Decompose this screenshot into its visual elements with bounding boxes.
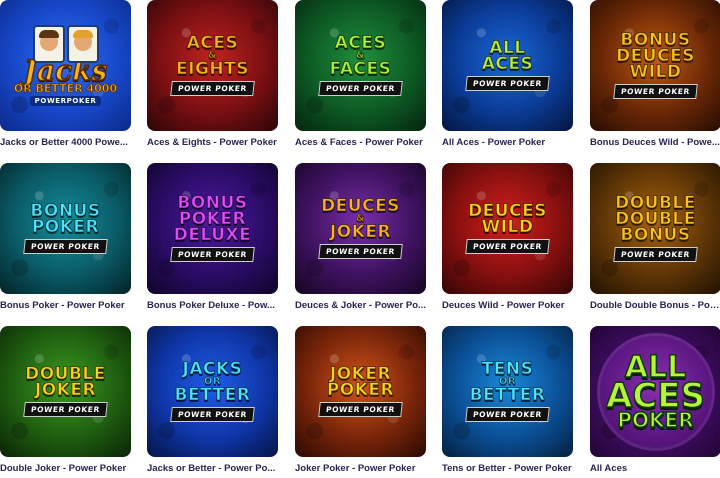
logo-line: ACES — [481, 54, 534, 74]
logo-line: EIGHTS — [176, 58, 249, 79]
power-poker-badge: POWER POKER — [23, 402, 108, 418]
game-thumbnail[interactable]: Jacks OR BETTER 4000 POWERPOKER — [0, 0, 131, 131]
game-tile[interactable]: TENS OR BETTER POWER POKER Tens or Better - … — [442, 326, 573, 474]
game-thumbnail[interactable]: BONUS POKER POWER POKER — [0, 163, 131, 294]
game-logo: BONUS DEUCES WILD — [616, 31, 695, 83]
power-poker-badge: POWER POKER — [170, 247, 255, 263]
game-title[interactable]: Aces & Eights - Power Poker — [147, 137, 278, 148]
game-title[interactable]: Double Joker - Power Poker — [0, 463, 131, 474]
logo-line: WILD — [481, 217, 534, 237]
game-logo: TENS OR BETTER — [469, 359, 546, 405]
game-title[interactable]: All Aces — [590, 463, 720, 474]
game-logo: BONUS POKER — [30, 202, 101, 237]
power-poker-badge: POWER POKER — [465, 406, 550, 422]
logo-line: FACES — [329, 58, 392, 79]
logo-line: POKER — [617, 408, 695, 433]
game-logo: ALL ACES — [481, 39, 534, 74]
logo-line: ACES — [334, 33, 387, 54]
logo-line: JACKS — [182, 359, 243, 380]
game-logo: JACKS OR BETTER — [174, 359, 251, 405]
game-tile[interactable]: BONUS DEUCES WILD POWER POKER Bonus Deuces W… — [590, 0, 720, 148]
game-thumbnail[interactable]: ALL ACES POWER POKER — [442, 0, 573, 131]
game-title[interactable]: All Aces - Power Poker — [442, 137, 573, 148]
game-thumbnail[interactable]: TENS OR BETTER POWER POKER — [442, 326, 573, 457]
power-poker-badge: POWER POKER — [465, 76, 550, 92]
logo-line: JOKER — [329, 221, 392, 242]
game-tile[interactable]: DOUBLE JOKER POWER POKER Double Joker - Pow… — [0, 326, 131, 474]
game-logo: JOKER POKER — [326, 365, 395, 400]
logo-line: BETTER — [469, 384, 546, 405]
game-title[interactable]: Aces & Faces - Power Poker — [295, 137, 426, 148]
game-logo: Jacks OR BETTER 4000 POWERPOKER — [13, 25, 118, 106]
power-poker-badge: POWER POKER — [465, 239, 550, 255]
playing-card-icon — [32, 25, 65, 63]
game-thumbnail[interactable]: BONUS POKER DELUXE POWER POKER — [147, 163, 278, 294]
game-thumbnail[interactable]: JACKS OR BETTER POWER POKER — [147, 326, 278, 457]
power-poker-badge: POWER POKER — [170, 406, 255, 422]
game-logo: ACES & EIGHTS — [176, 33, 249, 79]
logo-line: OR BETTER 4000 — [13, 82, 118, 95]
game-thumbnail[interactable]: ACES & EIGHTS POWER POKER — [147, 0, 278, 131]
game-title[interactable]: Double Double Bonus - Pow... — [590, 300, 720, 311]
game-tile[interactable]: DEUCES & JOKER POWER POKER Deuces & Joker - … — [295, 163, 426, 311]
game-tile[interactable]: ACES & FACES POWER POKER Aces & Faces - Powe… — [295, 0, 426, 148]
game-logo: DOUBLE JOKER — [25, 365, 106, 400]
game-title[interactable]: Bonus Poker Deluxe - Pow... — [147, 300, 278, 311]
game-tile[interactable]: BONUS POKER POWER POKER Bonus Poker - Power… — [0, 163, 131, 311]
game-title[interactable]: Tens or Better - Power Poker — [442, 463, 573, 474]
game-logo: ALL ACES POKER — [596, 332, 715, 451]
game-title[interactable]: Deuces Wild - Power Poker — [442, 300, 573, 311]
logo-line: ACES — [605, 375, 705, 416]
game-thumbnail[interactable]: BONUS DEUCES WILD POWER POKER — [590, 0, 720, 131]
game-logo: DEUCES & JOKER — [321, 196, 400, 242]
power-poker-badge: POWER POKER — [613, 247, 698, 263]
power-poker-badge: POWER POKER — [318, 402, 403, 418]
logo-line: DELUXE — [173, 225, 252, 246]
game-logo: DEUCES WILD — [468, 202, 547, 237]
logo-line: BONUS — [620, 225, 691, 246]
game-thumbnail[interactable]: DOUBLE DOUBLE BONUS POWER POKER — [590, 163, 720, 294]
game-title[interactable]: Bonus Poker - Power Poker — [0, 300, 131, 311]
game-title[interactable]: Deuces & Joker - Power Po... — [295, 300, 426, 311]
game-thumbnail[interactable]: DEUCES & JOKER POWER POKER — [295, 163, 426, 294]
logo-line: DEUCES — [321, 196, 400, 217]
logo-line: JOKER — [34, 380, 97, 400]
logo-line: WILD — [629, 62, 682, 83]
game-title[interactable]: Bonus Deuces Wild - Powe... — [590, 137, 720, 148]
game-thumbnail[interactable]: JOKER POKER POWER POKER — [295, 326, 426, 457]
game-thumbnail[interactable]: DOUBLE JOKER POWER POKER — [0, 326, 131, 457]
playing-card-icon — [66, 25, 99, 63]
logo-line: POKER — [326, 380, 395, 400]
game-thumbnail[interactable]: ALL ACES POKER — [590, 326, 720, 457]
game-tile[interactable]: JOKER POKER POWER POKER Joker Poker - Power… — [295, 326, 426, 474]
game-title[interactable]: Jacks or Better - Power Po... — [147, 463, 278, 474]
game-tile[interactable]: BONUS POKER DELUXE POWER POKER Bonus Poker D… — [147, 163, 278, 311]
logo-line: POKER — [31, 217, 100, 237]
game-logo: BONUS POKER DELUXE — [173, 194, 252, 246]
logo-line: ACES — [186, 33, 239, 54]
game-tile[interactable]: DOUBLE DOUBLE BONUS POWER POKER Double Doubl… — [590, 163, 720, 311]
power-poker-badge: POWER POKER — [613, 84, 698, 100]
logo-line: BETTER — [174, 384, 251, 405]
power-poker-badge: POWER POKER — [170, 80, 255, 96]
game-tile[interactable]: DEUCES WILD POWER POKER Deuces Wild - Power… — [442, 163, 573, 311]
game-logo: ACES & FACES — [329, 33, 392, 79]
game-grid: Jacks OR BETTER 4000 POWERPOKER Jacks or Be… — [0, 0, 720, 478]
game-title[interactable]: Joker Poker - Power Poker — [295, 463, 426, 474]
game-tile[interactable]: ACES & EIGHTS POWER POKER Aces & Eights - Po… — [147, 0, 278, 148]
game-title[interactable]: Jacks or Better 4000 Powe... — [0, 137, 131, 148]
power-poker-badge: POWERPOKER — [29, 96, 102, 106]
game-tile[interactable]: JACKS OR BETTER POWER POKER Jacks or Better … — [147, 326, 278, 474]
power-poker-badge: POWER POKER — [318, 243, 403, 259]
game-tile[interactable]: ALL ACES POKER All Aces — [590, 326, 720, 474]
power-poker-badge: POWER POKER — [23, 239, 108, 255]
game-tile[interactable]: ALL ACES POWER POKER All Aces - Power Poker — [442, 0, 573, 148]
logo-line: TENS — [481, 359, 534, 380]
game-thumbnail[interactable]: DEUCES WILD POWER POKER — [442, 163, 573, 294]
game-tile[interactable]: Jacks OR BETTER 4000 POWERPOKER Jacks or Be… — [0, 0, 131, 148]
game-thumbnail[interactable]: ACES & FACES POWER POKER — [295, 0, 426, 131]
power-poker-badge: POWER POKER — [318, 80, 403, 96]
game-logo: DOUBLE DOUBLE BONUS — [615, 194, 696, 246]
